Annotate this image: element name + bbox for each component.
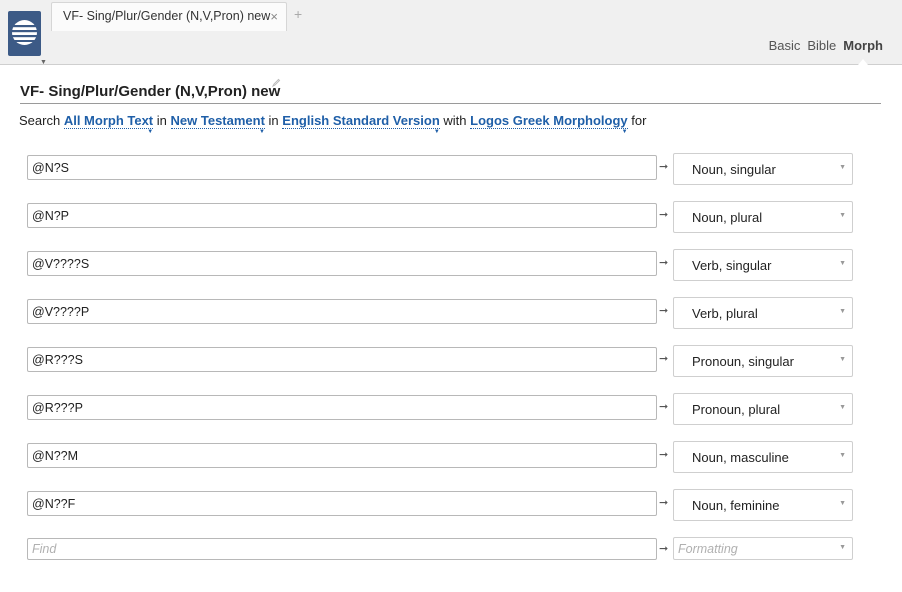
new-tab-icon[interactable]: + [294, 6, 302, 22]
arrow-icon: ➞ [659, 161, 669, 173]
version-caret-icon: ▼ [433, 129, 440, 135]
morphology-dropdown[interactable]: Logos Greek Morphology ▼ [470, 113, 628, 135]
formatting-placeholder: Formatting [678, 542, 738, 556]
search-mode-switcher: Basic Bible Morph [769, 38, 883, 65]
mode-morph[interactable]: Morph [843, 38, 883, 65]
format-value: Pronoun, plural [692, 402, 781, 417]
query-input[interactable] [27, 299, 657, 324]
top-bar: ▼ VF- Sing/Plur/Gender (N,V,Pron) new × … [0, 0, 902, 66]
document-tab[interactable]: VF- Sing/Plur/Gender (N,V,Pron) new × [51, 2, 287, 31]
arrow-icon: ➞ [659, 257, 669, 269]
query-input[interactable] [27, 443, 657, 468]
arrow-icon: ➞ [659, 449, 669, 461]
chevron-down-icon: ▼ [839, 356, 846, 363]
query-row: ➞ Pronoun, singular ▼ [27, 345, 853, 377]
range-dropdown[interactable]: New Testament ▼ [170, 113, 265, 135]
format-value: Noun, masculine [692, 450, 789, 465]
morphology-caret-icon: ▼ [621, 129, 628, 135]
query-row: ➞ Noun, masculine ▼ [27, 441, 853, 473]
panel-header: VF- Sing/Plur/Gender (N,V,Pron) new [20, 78, 881, 104]
query-input[interactable] [27, 203, 657, 228]
format-dropdown[interactable]: Noun, plural ▼ [673, 201, 853, 233]
tab-title: VF- Sing/Plur/Gender (N,V,Pron) new [63, 9, 271, 23]
format-dropdown[interactable]: Verb, plural ▼ [673, 297, 853, 329]
query-row: ➞ Verb, plural ▼ [27, 297, 853, 329]
query-input[interactable] [27, 155, 657, 180]
new-query-row: ➞ Formatting ▼ [27, 537, 853, 569]
in-label: in [156, 113, 167, 128]
format-dropdown[interactable]: Pronoun, plural ▼ [673, 393, 853, 425]
search-label: Search [19, 113, 61, 128]
chevron-down-icon: ▼ [839, 308, 846, 315]
chevron-down-icon: ▼ [839, 260, 846, 267]
panel-title[interactable]: VF- Sing/Plur/Gender (N,V,Pron) new [20, 83, 280, 100]
version-value: English Standard Version [282, 113, 440, 128]
range-value: New Testament [170, 113, 265, 128]
mode-basic[interactable]: Basic [769, 38, 801, 53]
format-dropdown[interactable]: Pronoun, singular ▼ [673, 345, 853, 377]
chevron-down-icon: ▼ [839, 452, 846, 459]
format-dropdown[interactable]: Verb, singular ▼ [673, 249, 853, 281]
find-input[interactable] [27, 538, 657, 560]
query-input[interactable] [27, 347, 657, 372]
format-value: Verb, singular [692, 258, 772, 273]
chevron-down-icon: ▼ [839, 404, 846, 411]
query-row: ➞ Noun, plural ▼ [27, 201, 853, 233]
query-row: ➞ Noun, feminine ▼ [27, 489, 853, 521]
format-value: Noun, feminine [692, 498, 780, 513]
arrow-icon: ➞ [659, 543, 669, 555]
chevron-down-icon: ▼ [839, 500, 846, 507]
range-caret-icon: ▼ [258, 129, 265, 135]
chevron-down-icon: ▼ [839, 212, 846, 219]
formatting-dropdown[interactable]: Formatting ▼ [673, 537, 853, 560]
arrow-icon: ➞ [659, 497, 669, 509]
format-value: Verb, plural [692, 306, 758, 321]
in-label-2: in [268, 113, 279, 128]
format-dropdown[interactable]: Noun, singular ▼ [673, 153, 853, 185]
app-menu-caret-icon: ▼ [40, 59, 47, 66]
chevron-down-icon: ▼ [839, 544, 846, 551]
tab-close-icon[interactable]: × [270, 9, 278, 24]
arrow-icon: ➞ [659, 305, 669, 317]
app-menu-button[interactable]: ▼ [8, 11, 47, 66]
format-value: Noun, singular [692, 162, 776, 177]
query-row: ➞ Verb, singular ▼ [27, 249, 853, 281]
format-value: Pronoun, singular [692, 354, 794, 369]
format-dropdown[interactable]: Noun, masculine ▼ [673, 441, 853, 473]
query-row: ➞ Noun, singular ▼ [27, 153, 853, 185]
query-row: ➞ Pronoun, plural ▼ [27, 393, 853, 425]
version-dropdown[interactable]: English Standard Version ▼ [282, 113, 440, 135]
query-input[interactable] [27, 251, 657, 276]
format-value: Noun, plural [692, 210, 763, 225]
scope-value: All Morph Text [63, 113, 154, 128]
format-dropdown[interactable]: Noun, feminine ▼ [673, 489, 853, 521]
arrow-icon: ➞ [659, 353, 669, 365]
morphology-value: Logos Greek Morphology [470, 113, 628, 128]
chevron-down-icon: ▼ [839, 164, 846, 171]
query-input[interactable] [27, 491, 657, 516]
arrow-icon: ➞ [659, 209, 669, 221]
search-criteria: Search All Morph Text ▼ in New Testament ▼… [19, 113, 647, 135]
query-input[interactable] [27, 395, 657, 420]
logos-logo-icon [10, 20, 39, 45]
scope-dropdown[interactable]: All Morph Text ▼ [63, 113, 154, 135]
edit-title-icon[interactable] [271, 78, 281, 90]
with-label: with [443, 113, 467, 128]
scope-caret-icon: ▼ [147, 129, 154, 135]
mode-bible[interactable]: Bible [807, 38, 836, 53]
for-label: for [631, 113, 647, 128]
arrow-icon: ➞ [659, 401, 669, 413]
